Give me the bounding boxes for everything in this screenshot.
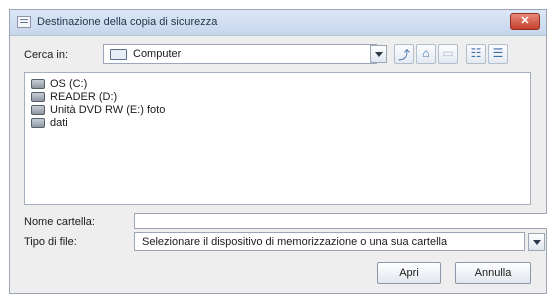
file-type-combo[interactable]: Selezionare il dispositivo di memorizzaz… <box>134 232 525 251</box>
folder-name-input[interactable] <box>134 213 547 229</box>
details-view-button[interactable]: ☰ <box>488 44 508 64</box>
dialog-title: Destinazione della copia di sicurezza <box>37 16 218 28</box>
drive-icon <box>31 118 45 128</box>
look-in-label: Cerca in: <box>24 49 69 61</box>
window-icon <box>17 16 31 28</box>
file-type-label: Tipo di file: <box>24 236 77 248</box>
details-view-icon: ☰ <box>492 46 504 60</box>
new-folder-icon: ▭ <box>442 46 454 60</box>
dvd-drive-icon <box>31 105 45 115</box>
list-view-icon: ☷ <box>470 46 482 60</box>
computer-icon <box>110 49 127 60</box>
home-button[interactable]: ⌂ <box>416 44 436 64</box>
file-list[interactable]: OS (C:) READER (D:) Unità DVD RW (E:) foto… <box>24 72 531 205</box>
up-folder-icon: ⤴ <box>397 48 410 62</box>
list-view-button[interactable]: ☷ <box>466 44 486 64</box>
file-list-item-label: Unità DVD RW (E:) foto <box>50 104 166 116</box>
file-type-value: Selezionare il dispositivo di memorizzaz… <box>142 236 448 248</box>
folder-name-label: Nome cartella: <box>24 216 95 228</box>
close-button[interactable]: ✕ <box>510 13 540 30</box>
open-button[interactable]: Apri <box>377 262 441 284</box>
look-in-combo[interactable]: Computer <box>103 44 377 64</box>
home-icon: ⌂ <box>422 46 430 60</box>
cancel-button[interactable]: Annulla <box>455 262 531 284</box>
up-one-level-button[interactable]: ⤴ <box>394 44 414 64</box>
file-list-item-label: OS (C:) <box>50 78 88 90</box>
drive-icon <box>31 92 45 102</box>
file-chooser-dialog: Destinazione della copia di sicurezza ✕ … <box>9 9 547 294</box>
file-type-dropdown-button[interactable] <box>528 233 545 251</box>
new-folder-button[interactable]: ▭ <box>438 44 458 64</box>
file-list-item-label: dati <box>50 117 68 129</box>
look-in-value: Computer <box>133 48 182 60</box>
file-list-item-label: READER (D:) <box>50 91 118 103</box>
drive-icon <box>31 79 45 89</box>
title-bar[interactable]: Destinazione della copia di sicurezza ✕ <box>10 10 546 36</box>
look-in-dropdown-button[interactable] <box>370 45 387 63</box>
